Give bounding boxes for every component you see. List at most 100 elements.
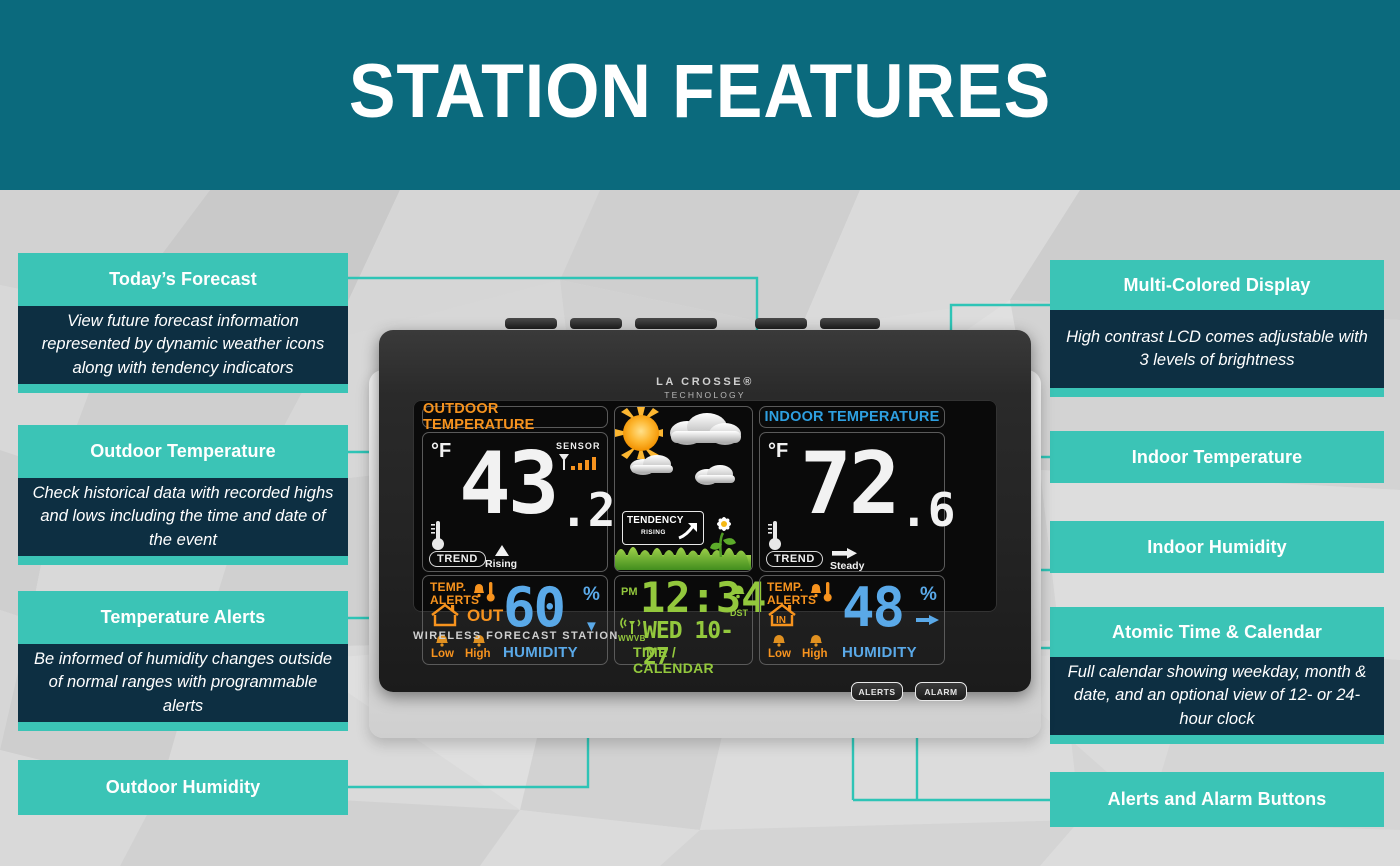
house-in-icon: IN (768, 603, 796, 627)
callout-title: Multi-Colored Display (1050, 260, 1384, 310)
device-top-button-2[interactable] (570, 318, 622, 329)
indoor-low-alert-bell-icon (773, 635, 785, 647)
outdoor-temperature-label-pill: OUTDOOR TEMPERATURE (422, 401, 608, 433)
brand-logo: LA CROSSE® TECHNOLOGY (379, 376, 1031, 400)
outdoor-humidity-panel: TEMP. ALERTS OUT Low High 60 % ▼ HUMIDIT… (422, 575, 608, 665)
callout-body: Be informed of humidity changes outside … (18, 644, 348, 722)
indoor-trend-arrow-right-icon (832, 548, 857, 559)
callout-footer-strip (18, 722, 348, 731)
dst-label: DST (730, 608, 748, 618)
sun-icon (615, 407, 663, 459)
wwvb-label: WWVB (618, 634, 646, 643)
sensor-label: SENSOR (556, 441, 601, 451)
callout-outdoor-humidity[interactable]: Outdoor Humidity (18, 760, 348, 815)
outdoor-humidity-percent: % (583, 584, 600, 605)
outdoor-high-label: High (465, 648, 491, 660)
callout-title: Temperature Alerts (18, 591, 348, 644)
device-body: LA CROSSE® TECHNOLOGY OUTDOOR TEMPERATUR… (379, 330, 1031, 701)
indoor-temperature-decimal: .6 (900, 483, 956, 537)
callout-body: Full calendar showing weekday, month & d… (1050, 657, 1384, 735)
indoor-humidity-panel: TEMP. ALERTS IN Low High 48 % HUMIDITY (759, 575, 945, 665)
house-out-icon (431, 603, 459, 627)
callout-title: Atomic Time & Calendar (1050, 607, 1384, 657)
sensor-signal-icon (559, 454, 596, 470)
indoor-trend-text: Steady (830, 560, 865, 572)
callout-body: High contrast LCD comes adjustable with … (1050, 310, 1384, 388)
callout-multi-colored-display[interactable]: Multi-Colored Display High contrast LCD … (1050, 260, 1384, 397)
indoor-temperature-panel: °F 72 .6 TREND Steady (759, 432, 955, 572)
grass-decoration (615, 547, 751, 570)
alerts-button[interactable]: ALERTS (851, 682, 903, 701)
callout-footer-strip (1050, 735, 1384, 744)
callout-indoor-humidity[interactable]: Indoor Humidity (1050, 521, 1384, 573)
callout-atomic-time-calendar[interactable]: Atomic Time & Calendar Full calendar sho… (1050, 607, 1384, 744)
outdoor-low-label: Low (431, 648, 454, 660)
callout-title: Indoor Humidity (1050, 521, 1384, 573)
alarm-button[interactable]: ALARM (915, 682, 967, 701)
time-calendar-label: TIME / CALENDAR (633, 644, 714, 676)
weather-station-device: LA CROSSE® TECHNOLOGY OUTDOOR TEMPERATUR… (355, 300, 1055, 750)
callout-footer-strip (18, 384, 348, 393)
outdoor-unit: °F (431, 440, 452, 462)
outdoor-temperature-decimal: .2 (560, 483, 616, 537)
callout-indoor-temperature[interactable]: Indoor Temperature (1050, 431, 1384, 483)
outdoor-trend-arrow-up-icon (495, 545, 509, 556)
callout-body: View future forecast information represe… (18, 306, 348, 384)
callout-footer-strip (1050, 388, 1384, 397)
tendency-label: TENDENCY (627, 515, 684, 526)
cloud-icon-small-left (630, 455, 673, 475)
time-calendar-panel: PM 12:34 DST WWVB WED 10-27 TIME / CALEN… (614, 575, 766, 676)
indoor-humidity-value: 48 (842, 576, 905, 639)
callout-title: Indoor Temperature (1050, 431, 1384, 483)
outdoor-trend-text: Rising (485, 558, 518, 570)
outdoor-temperature-label: OUTDOOR TEMPERATURE (423, 401, 535, 433)
device-top-button-1[interactable] (505, 318, 557, 329)
outdoor-temperature-panel: °F 43 .2 SENSOR TREND Rising (422, 432, 615, 572)
callout-body: Check historical data with recorded high… (18, 478, 348, 556)
indoor-humidity-label: HUMIDITY (842, 644, 917, 661)
cloud-icon-large (670, 413, 741, 445)
callout-title: Today’s Forecast (18, 253, 348, 306)
indoor-temperature-label-pill: INDOOR TEMPERATURE (759, 406, 945, 428)
forecast-icon-panel: TENDENCY RISING (614, 406, 753, 572)
indoor-alert-bell-thermometer-icon (811, 582, 832, 602)
tendency-box: TENDENCY RISING (622, 511, 704, 545)
indoor-thermometer-icon (768, 521, 781, 550)
callout-title: Outdoor Humidity (18, 760, 348, 815)
device-top-button-4[interactable] (755, 318, 807, 329)
brand-line-2: TECHNOLOGY (664, 389, 746, 400)
brand-line-1: LA CROSSE® (656, 376, 754, 388)
indoor-high-label: High (802, 648, 828, 660)
outdoor-humidity-value: 60 (503, 576, 566, 639)
alerts-button-label: ALERTS (858, 686, 896, 697)
thermometer-icon (431, 521, 444, 550)
weather-forecast-icons (615, 407, 751, 570)
cloud-icon-small-right (695, 465, 735, 485)
outdoor-temperature-value: 43 (459, 434, 560, 534)
alert-bell-thermometer-icon (474, 582, 495, 602)
indoor-temperature-value: 72 (800, 434, 901, 534)
indoor-trend-pill: TREND (766, 551, 823, 567)
tendency-state: RISING (641, 529, 666, 536)
callout-todays-forecast[interactable]: Today’s Forecast View future forecast in… (18, 253, 348, 393)
meridiem-label: PM (621, 586, 638, 598)
callout-temperature-alerts[interactable]: Temperature Alerts Be informed of humidi… (18, 591, 348, 731)
alarm-bell-icon (731, 585, 745, 599)
callout-title: Outdoor Temperature (18, 425, 348, 478)
page-header: STATION FEATURES (0, 0, 1400, 190)
callout-alerts-and-alarm-buttons[interactable]: Alerts and Alarm Buttons (1050, 772, 1384, 827)
indoor-humidity-percent: % (920, 584, 937, 605)
callout-title: Alerts and Alarm Buttons (1050, 772, 1384, 827)
tendency-arrow-up-icon (678, 523, 697, 540)
outdoor-humidity-label: HUMIDITY (503, 644, 578, 661)
lcd-screen: OUTDOOR TEMPERATURE °F 43 .2 SENSOR TREN… (413, 400, 997, 676)
indoor-high-alert-bell-icon (810, 635, 822, 647)
outdoor-location-label: OUT (467, 606, 504, 625)
indoor-humidity-trend-arrow-right-icon (916, 615, 939, 625)
alarm-button-label: ALARM (924, 686, 958, 697)
indoor-low-label: Low (768, 648, 791, 660)
device-top-button-3[interactable] (635, 318, 717, 329)
outdoor-trend-pill: TREND (429, 551, 486, 567)
device-top-button-5[interactable] (820, 318, 880, 329)
callout-outdoor-temperature[interactable]: Outdoor Temperature Check historical dat… (18, 425, 348, 565)
